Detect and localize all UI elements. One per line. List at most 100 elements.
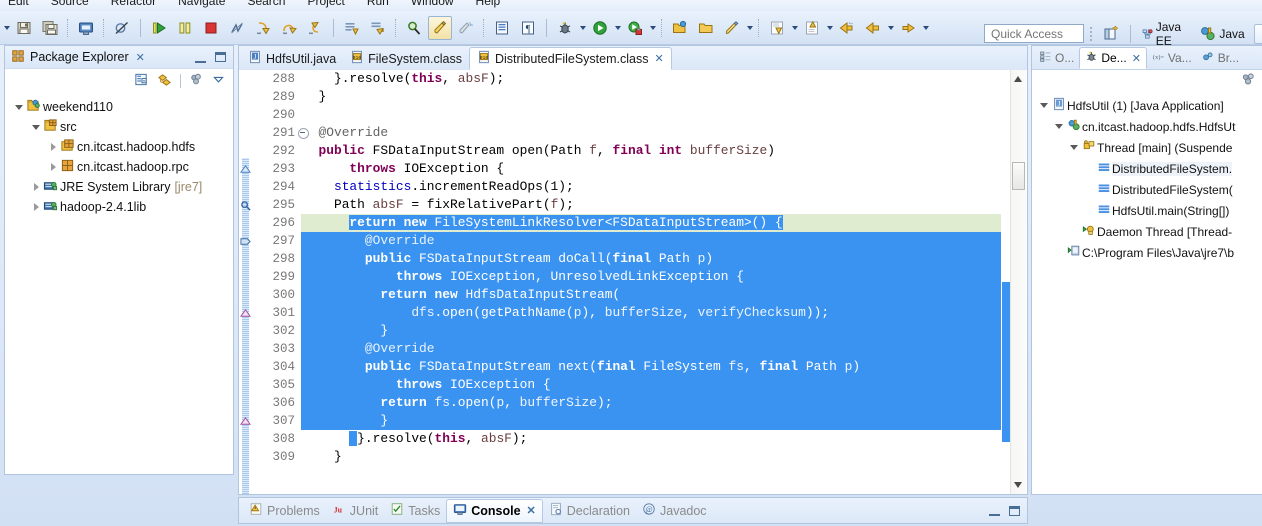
next-annotation-icon[interactable] — [765, 16, 789, 40]
debug-dropdown-caret[interactable] — [578, 19, 587, 37]
menu-item[interactable]: Window — [411, 0, 454, 7]
tree-item[interactable]: weekend110 — [5, 97, 233, 117]
view-dropdown-icon[interactable] — [212, 73, 225, 89]
close-icon[interactable]: ✕ — [1132, 52, 1141, 65]
debug-tree-item[interactable]: J HdfsUtil (1) [Java Application] — [1032, 95, 1262, 116]
terminate-icon[interactable] — [199, 16, 223, 40]
bottom-tab[interactable]: Ju JUnit — [326, 499, 384, 523]
view-menu-icon[interactable] — [1241, 72, 1256, 90]
pencil-icon[interactable] — [720, 16, 744, 40]
new-java-project-icon[interactable] — [340, 16, 364, 40]
expand-arrow-icon[interactable] — [30, 203, 42, 211]
menu-item[interactable]: Project — [307, 0, 344, 7]
implements-marker-icon[interactable] — [240, 236, 251, 250]
external-tools-dropdown-caret[interactable] — [648, 19, 657, 37]
editor-tab[interactable]: 010 FileSystem.class — [343, 47, 469, 70]
editor-code-area[interactable]: }.resolve(this, absF); } @Override publi… — [301, 70, 1001, 494]
step-over-icon[interactable] — [277, 16, 301, 40]
code-line[interactable]: Path absF = fixRelativePart(f); — [301, 196, 1001, 214]
link-with-editor-icon[interactable] — [157, 72, 172, 90]
perspective-more[interactable] — [1253, 24, 1262, 44]
code-line[interactable]: }.resolve(this, absF); — [301, 70, 1001, 88]
debug-tree-item[interactable]: C:\Program Files\Java\jre7\b — [1032, 242, 1262, 263]
suspend-icon[interactable] — [173, 16, 197, 40]
skip-breakpoints-icon[interactable] — [110, 16, 134, 40]
run-dropdown-caret[interactable] — [613, 19, 622, 37]
previous-annotation-dropdown-caret[interactable] — [825, 19, 834, 37]
code-line[interactable]: } — [301, 88, 1001, 106]
back-dropdown-caret[interactable] — [886, 19, 895, 37]
code-line[interactable]: return new FileSystemLinkResolver<FSData… — [301, 214, 1001, 232]
tree-item[interactable]: JRE System Library [jre7] — [5, 177, 233, 197]
close-icon[interactable]: ✕ — [527, 504, 536, 517]
collapse-arrow-icon[interactable] — [30, 124, 42, 130]
package-explorer-tree[interactable]: weekend110 src cn.itcast.hadoop.hdfs cn.itc… — [5, 93, 233, 217]
debug-tab[interactable]: De... ✕ — [1079, 47, 1147, 69]
pencil-dropdown-caret[interactable] — [745, 19, 754, 37]
minimize-icon[interactable] — [989, 505, 1000, 516]
maximize-icon[interactable] — [1009, 505, 1020, 516]
open-type-icon[interactable] — [490, 16, 514, 40]
toolbar-overflow-caret[interactable] — [2, 19, 11, 37]
close-icon[interactable]: ✕ — [136, 51, 145, 64]
code-line[interactable]: public FSDataInputStream next(final File… — [301, 358, 1001, 376]
code-line[interactable]: } — [301, 322, 1001, 340]
editor-tab[interactable]: J HdfsUtil.java — [241, 47, 343, 70]
tree-item[interactable]: cn.itcast.hadoop.hdfs — [5, 137, 233, 157]
debug-tab[interactable]: O... — [1034, 47, 1079, 69]
menu-item[interactable]: Search — [247, 0, 285, 7]
disconnect-icon[interactable] — [225, 16, 249, 40]
debug-stack-tree[interactable]: J HdfsUtil (1) [Java Application] cn.itcas… — [1032, 92, 1262, 263]
bottom-tab[interactable]: Problems — [243, 499, 326, 523]
bottom-tab[interactable]: Console ✕ — [446, 498, 543, 523]
scroll-up-icon[interactable] — [1014, 76, 1022, 82]
print-icon[interactable] — [74, 16, 98, 40]
forward-dropdown-caret[interactable] — [921, 19, 930, 37]
open-folder-icon[interactable] — [668, 16, 692, 40]
expand-arrow-icon[interactable] — [30, 183, 42, 191]
code-line[interactable]: statistics.incrementReadOps(1); — [301, 178, 1001, 196]
collapse-arrow-icon[interactable] — [13, 104, 25, 110]
override-marker-icon[interactable] — [240, 308, 251, 322]
code-line[interactable]: @Override — [301, 340, 1001, 358]
search-icon[interactable] — [402, 16, 426, 40]
bottom-tab[interactable]: @ Javadoc — [636, 499, 713, 523]
debug-tree-item[interactable]: DistributedFileSystem. — [1032, 158, 1262, 179]
bottom-tab[interactable]: Declaration — [543, 499, 636, 523]
code-line[interactable]: public FSDataInputStream open(Path f, fi… — [301, 142, 1001, 160]
next-annotation-dropdown-caret[interactable] — [790, 19, 799, 37]
editor-vertical-ruler[interactable] — [239, 70, 252, 494]
menu-item[interactable]: Navigate — [178, 0, 225, 7]
new-class-icon[interactable] — [366, 16, 390, 40]
debug-tab[interactable]: (x)= Va... — [1147, 47, 1197, 69]
perspective-java[interactable]: Java — [1195, 24, 1249, 44]
save-icon[interactable] — [12, 16, 36, 40]
menu-item[interactable]: Run — [367, 0, 389, 7]
tree-item[interactable]: cn.itcast.hadoop.rpc — [5, 157, 233, 177]
save-all-icon[interactable] — [38, 16, 62, 40]
quick-access-input[interactable] — [984, 24, 1084, 43]
tree-item[interactable]: hadoop-2.4.1lib — [5, 197, 233, 217]
scroll-down-icon[interactable] — [1014, 482, 1022, 488]
code-line[interactable] — [301, 106, 1001, 124]
open-perspective-icon[interactable] — [1098, 24, 1124, 44]
code-line[interactable]: @Override — [301, 124, 1001, 142]
quickfix-marker-icon[interactable] — [240, 200, 251, 214]
code-line[interactable]: } — [301, 412, 1001, 430]
collapse-arrow-icon[interactable] — [1053, 124, 1065, 129]
toolbar-drag-handle[interactable] — [1090, 25, 1094, 43]
editor-scrollbar[interactable] — [1010, 70, 1026, 494]
code-line[interactable]: throws IOException, UnresolvedLinkExcept… — [301, 268, 1001, 286]
minimize-icon[interactable] — [195, 52, 206, 63]
perspective-java-ee[interactable]: Java EE — [1137, 20, 1192, 48]
code-line[interactable]: return fs.open(p, bufferSize); — [301, 394, 1001, 412]
code-line[interactable]: @Override — [301, 232, 1001, 250]
menu-item[interactable]: Edit — [8, 0, 29, 7]
collapsed-marker-icon[interactable] — [240, 164, 251, 178]
previous-annotation-icon[interactable] — [800, 16, 824, 40]
debug-tree-item[interactable]: HdfsUtil.main(String[]) — [1032, 200, 1262, 221]
editor-tab[interactable]: 010 DistributedFileSystem.class ✕ — [468, 47, 672, 70]
run-icon[interactable] — [588, 16, 612, 40]
menu-item[interactable]: Refactor — [111, 0, 156, 7]
collapse-arrow-icon[interactable] — [1038, 103, 1050, 108]
